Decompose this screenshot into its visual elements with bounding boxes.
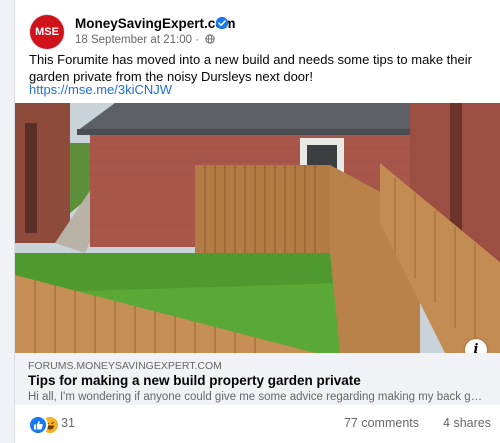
page-name[interactable]: MoneySavingExpert.com: [75, 16, 236, 31]
reaction-count[interactable]: 31: [61, 416, 75, 430]
post-card: MSE MoneySavingExpert.com 18 September a…: [14, 0, 500, 443]
timestamp[interactable]: 18 September at 21:00: [75, 34, 192, 46]
post-text: This Forumite has moved into a new build…: [29, 52, 472, 84]
link-preview-domain: FORUMS.MONEYSAVINGEXPERT.COM: [28, 360, 222, 372]
engagement-bar: 31 77 comments 4 shares: [15, 405, 500, 443]
shares-count[interactable]: 4 shares: [443, 416, 491, 430]
garden-photo: [15, 103, 500, 353]
meta-dot: ·: [195, 34, 200, 46]
link-preview[interactable]: FORUMS.MONEYSAVINGEXPERT.COM Tips for ma…: [15, 353, 500, 405]
post-image[interactable]: [15, 103, 500, 353]
post-link[interactable]: https://mse.me/3kiCNJW: [29, 82, 172, 97]
post-meta: 18 September at 21:00 ·: [75, 34, 215, 46]
avatar[interactable]: MSE: [29, 14, 65, 50]
link-preview-description: Hi all, I'm wondering if anyone could gi…: [28, 391, 486, 403]
post-header: MSE MoneySavingExpert.com 18 September a…: [29, 12, 489, 52]
like-reaction-icon: [28, 415, 48, 435]
comments-count[interactable]: 77 comments: [344, 416, 419, 430]
globe-icon: [205, 34, 215, 44]
avatar-text: MSE: [35, 26, 59, 38]
link-preview-title[interactable]: Tips for making a new build property gar…: [28, 373, 361, 388]
verified-icon: [215, 16, 229, 30]
